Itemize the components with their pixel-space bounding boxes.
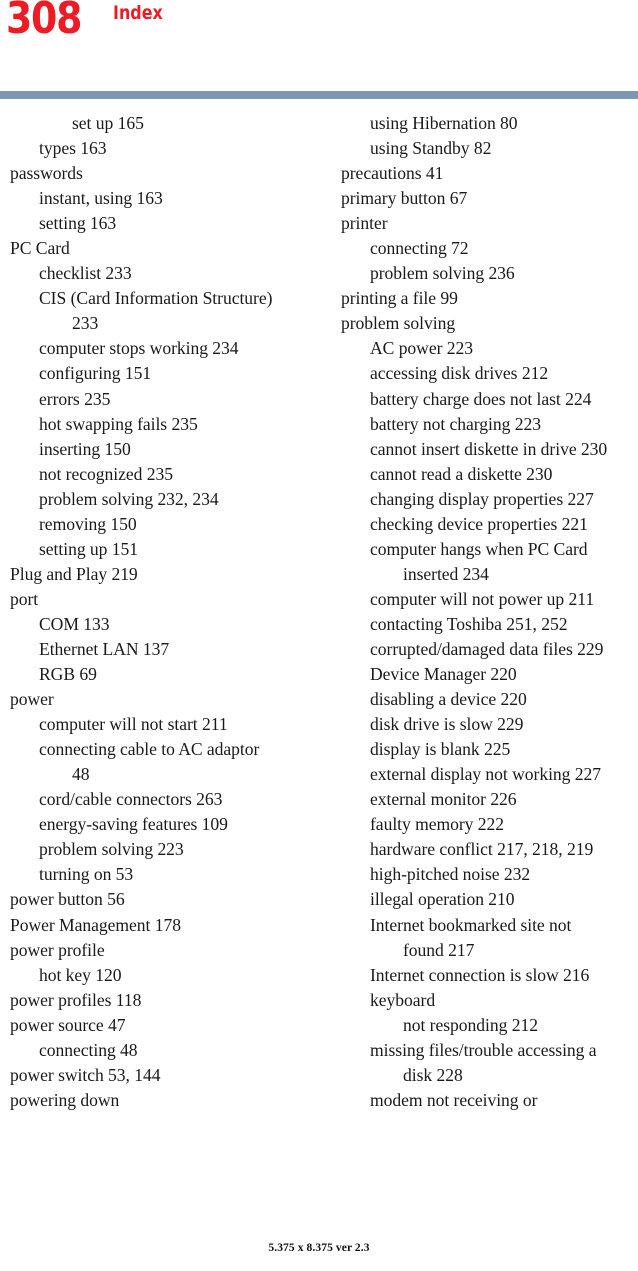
page-footer: 5.375 x 8.375 ver 2.3 (0, 1238, 638, 1256)
page-header: 308 Index (0, 0, 638, 99)
index-column-right: using Hibernation 80 using Standby 82 prec… (341, 111, 638, 1113)
index-entry: disk 228 (403, 1064, 463, 1085)
index-entry: connecting cable to AC adaptor (39, 739, 260, 760)
index-entry: found 217 (403, 939, 475, 960)
index-entry: primary button 67 (341, 188, 468, 209)
index-entry: problem solving (341, 313, 456, 334)
index-entry: precautions 41 (341, 163, 444, 184)
index-entry: computer hangs when PC Card (370, 538, 588, 559)
index-page: 308 Index set up 165 types 163 passwords in… (0, 0, 638, 1271)
index-entry: COM 133 (39, 613, 110, 634)
index-entry: cord/cable connectors 263 (39, 789, 223, 810)
index-entry: disk drive is slow 229 (370, 714, 524, 735)
index-entry: corrupted/damaged data files 229 (370, 638, 604, 659)
index-entry: power (10, 689, 54, 710)
index-entry: power button 56 (10, 889, 125, 910)
index-entry: checking device properties 221 (370, 513, 588, 534)
index-entry: problem solving 236 (370, 263, 515, 284)
index-entry: Device Manager 220 (370, 664, 517, 685)
index-column-left: set up 165 types 163 passwords instant, usi… (10, 111, 310, 1113)
footer-text: 5.375 x 8.375 ver 2.3 (268, 1242, 370, 1254)
index-entry: cannot read a diskette 230 (370, 463, 553, 484)
index-entry: contacting Toshiba 251, 252 (370, 613, 568, 634)
index-entry: Internet bookmarked site not (370, 914, 572, 935)
index-entry: checklist 233 (39, 263, 132, 284)
index-entry: computer stops working 234 (39, 338, 239, 359)
index-entry: modem not receiving or (370, 1089, 538, 1110)
index-entry: types 163 (39, 138, 107, 159)
index-entry: PC Card (10, 238, 70, 259)
index-entry: Plug and Play 219 (10, 563, 138, 584)
index-entry: battery charge does not last 224 (370, 388, 592, 409)
index-entry: external monitor 226 (370, 789, 517, 810)
index-entry: setting 163 (39, 213, 117, 234)
index-entry: faulty memory 222 (370, 814, 505, 835)
index-entry: connecting 72 (370, 238, 469, 259)
index-entry: not responding 212 (403, 1014, 538, 1035)
index-entry: external display not working 227 (370, 764, 601, 785)
index-entry: setting up 151 (39, 538, 138, 559)
index-entry: using Standby 82 (370, 138, 492, 159)
index-entry: passwords (10, 163, 83, 184)
page-number: 308 (6, 0, 82, 44)
index-entry: port (10, 588, 39, 609)
index-entry: computer will not start 211 (39, 714, 228, 735)
index-entry: configuring 151 (39, 363, 152, 384)
index-entry: power source 47 (10, 1014, 126, 1035)
index-entry: CIS (Card Information Structure) (39, 288, 273, 309)
index-entry: hardware conflict 217, 218, 219 (370, 839, 594, 860)
index-entry: display is blank 225 (370, 739, 511, 760)
index-entry: set up 165 (72, 113, 144, 133)
index-entry: cannot insert diskette in drive 230 (370, 438, 608, 459)
index-entry: energy-saving features 109 (39, 814, 228, 835)
index-entry: problem solving 223 (39, 839, 184, 860)
index-entry: turning on 53 (39, 864, 134, 885)
index-entry: accessing disk drives 212 (370, 363, 549, 384)
index-entry: Ethernet LAN 137 (39, 638, 170, 659)
index-entry: changing display properties 227 (370, 488, 594, 509)
index-entry: keyboard (370, 989, 436, 1010)
index-entry: instant, using 163 (39, 188, 163, 209)
index-columns: set up 165 types 163 passwords instant, usi… (0, 111, 638, 1121)
index-entry: hot key 120 (39, 964, 122, 985)
index-entry: problem solving 232, 234 (39, 488, 219, 509)
index-entry: computer will not power up 211 (370, 588, 595, 609)
index-entry: 233 (72, 313, 99, 334)
index-entry: removing 150 (39, 513, 137, 534)
index-entry: not recognized 235 (39, 463, 173, 484)
index-entry: high-pitched noise 232 (370, 864, 531, 885)
index-entry: connecting 48 (39, 1039, 138, 1060)
header-rule (0, 91, 638, 99)
index-entry: printer (341, 213, 388, 234)
index-entry: printing a file 99 (341, 288, 458, 309)
index-entry: inserted 234 (403, 563, 489, 584)
index-entry: disabling a device 220 (370, 689, 527, 710)
index-entry: powering down (10, 1089, 120, 1110)
index-entry: AC power 223 (370, 338, 473, 359)
index-entry: power profiles 118 (10, 989, 142, 1010)
index-entry: RGB 69 (39, 664, 97, 685)
index-entry: missing files/trouble accessing a (370, 1039, 597, 1060)
index-entry: Power Management 178 (10, 914, 181, 935)
index-entry: illegal operation 210 (370, 889, 515, 910)
index-entry: power profile (10, 939, 105, 960)
section-title: Index (113, 2, 163, 24)
index-entry: battery not charging 223 (370, 413, 541, 434)
index-entry: using Hibernation 80 (370, 113, 518, 133)
index-entry: hot swapping fails 235 (39, 413, 198, 434)
index-entry: power switch 53, 144 (10, 1064, 161, 1085)
index-entry: 48 (72, 764, 90, 785)
index-entry: inserting 150 (39, 438, 131, 459)
index-entry: Internet connection is slow 216 (370, 964, 590, 985)
index-entry: errors 235 (39, 388, 111, 409)
